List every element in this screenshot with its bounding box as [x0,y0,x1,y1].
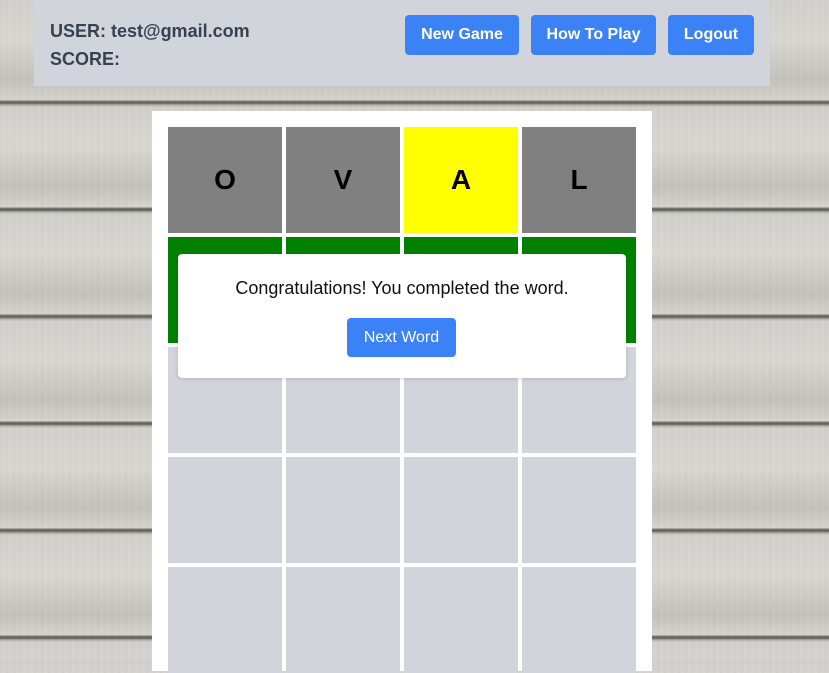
letter-cell: O [168,127,282,233]
next-word-button[interactable]: Next Word [347,318,456,357]
new-game-button[interactable]: New Game [405,15,519,55]
letter-cell [168,457,282,563]
how-to-play-button[interactable]: How To Play [531,15,656,55]
user-email: USER: test@gmail.com [50,21,250,41]
game-board-panel: OVAL [152,111,652,673]
completion-dialog: Congratulations! You completed the word.… [178,254,626,378]
letter-cell [286,567,400,673]
letter-cell [522,457,636,563]
logout-button[interactable]: Logout [668,15,754,55]
letter-cell: L [522,127,636,233]
letter-cell: V [286,127,400,233]
letter-cell [404,457,518,563]
letter-cell [286,457,400,563]
top-bar: USER: test@gmail.com SCORE: New Game How… [34,0,770,86]
letter-cell: A [404,127,518,233]
completion-message: Congratulations! You completed the word. [235,278,569,298]
user-info: USER: test@gmail.com SCORE: [50,17,250,73]
letter-grid: OVAL [168,127,636,673]
score-label: SCORE: [50,49,121,69]
letter-cell [522,567,636,673]
letter-cell [404,567,518,673]
letter-cell [168,567,282,673]
